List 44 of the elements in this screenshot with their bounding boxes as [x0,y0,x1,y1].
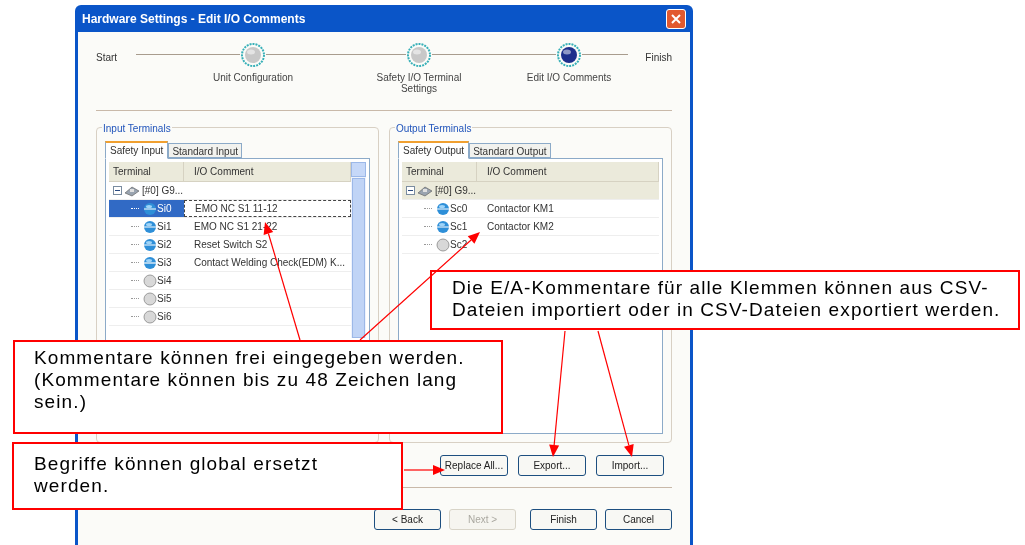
action-button[interactable]: Export... [518,455,586,476]
tab[interactable]: Standard Input [168,143,242,158]
nav-button[interactable]: Cancel [605,509,672,530]
callout-arrow [403,465,445,475]
tree-item[interactable]: Si5 [109,290,184,307]
group-title: Output Terminals [395,121,473,136]
callout-box: Kommentare können frei eingegeben werden. (Kommentare können bis zu 48 Zeichen lang sein.) [13,340,503,434]
tree-item[interactable]: Si3 [109,254,184,271]
tree-item[interactable]: Si6 [109,308,184,325]
device-icon [124,184,140,197]
collapse-toggle-icon[interactable] [406,186,415,195]
step-label: Unit Configuration [211,72,294,83]
action-button[interactable]: Replace All... [440,455,508,476]
tree-item[interactable]: [#0] G9... [142,183,184,198]
step-label: Safety I/O Terminal Settings [375,72,463,94]
window-title: Hardware Settings - Edit I/O Comments [82,10,306,28]
tree-item[interactable]: [#0] G9... [435,183,477,198]
close-button[interactable] [666,8,686,29]
collapse-toggle-icon[interactable] [113,186,122,195]
tree-item[interactable]: Sc0 [402,200,477,217]
step-label: Edit I/O Comments [525,72,613,83]
tree-item[interactable]: Si2 [109,236,184,253]
callout-box: Die E/A-Kommentare für alle Klemmen können aus CSV-Dateien importiert oder in CSV-Dateien exportiert werden. [430,270,1020,330]
tab[interactable]: Safety Input [105,141,169,159]
tab[interactable]: Safety Output [398,141,470,159]
comment-cell[interactable]: Reset Switch S2 [184,236,351,253]
comment-cell[interactable]: Contactor KM1 [477,200,659,217]
group-title: Input Terminals [102,121,172,136]
nav-button[interactable]: Finish [530,509,597,530]
column-header[interactable]: I/O Comment [477,162,659,181]
column-header[interactable]: Terminal [402,162,477,181]
comment-cell[interactable]: Contactor KM2 [477,218,659,235]
column-header[interactable]: Terminal [109,162,184,181]
tree-item[interactable]: Sc1 [402,218,477,235]
tree-item[interactable]: Si0 [109,200,184,217]
tab[interactable]: Standard Output [469,143,551,158]
tree-item[interactable]: Si4 [109,272,184,289]
nav-button[interactable]: < Back [374,509,441,530]
close-icon [671,13,681,24]
tree-item[interactable]: Si1 [109,218,184,235]
action-button[interactable]: Import... [596,455,664,476]
tree-item[interactable]: Sc2 [402,236,477,253]
callout-box: Begriffe können global ersetzt werden. [12,442,403,510]
scroll-bar[interactable] [351,162,366,338]
